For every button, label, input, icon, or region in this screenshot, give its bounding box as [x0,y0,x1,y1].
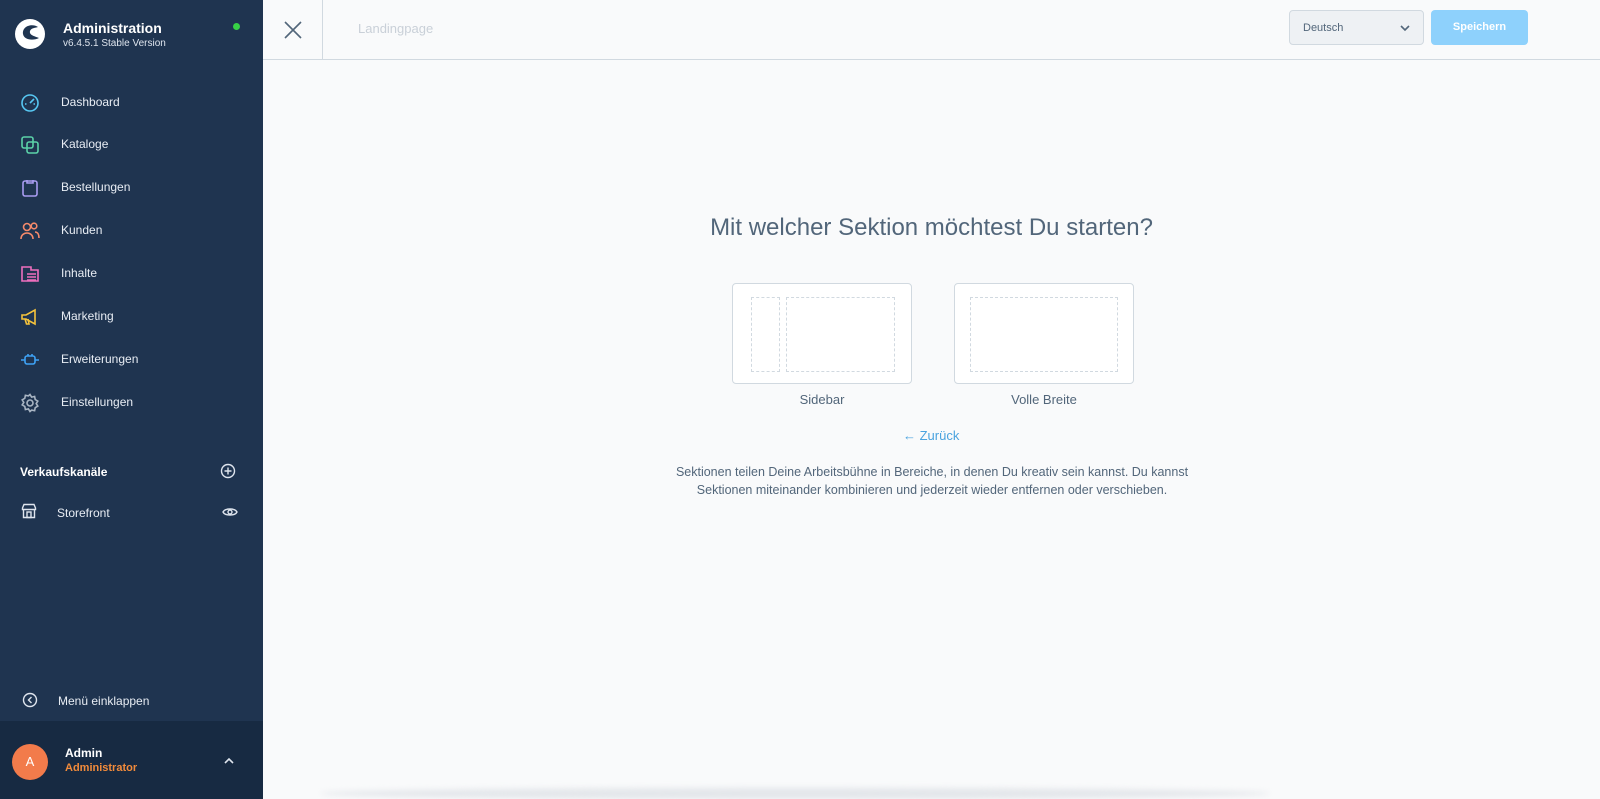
sidebar-item-label: Erweiterungen [61,352,139,366]
avatar: A [12,744,48,780]
users-icon [20,222,40,240]
sidebar-item-label: Bestellungen [61,180,131,194]
section-option-full-width[interactable] [954,283,1134,384]
sidebar-item-label: Kunden [61,223,103,237]
section-option-label: Volle Breite [1011,392,1077,407]
status-indicator [233,23,240,30]
sidebar-item-erweiterungen[interactable]: Erweiterungen [0,340,263,380]
bottom-shadow [320,788,1270,799]
content-area-placeholder [786,297,895,372]
collapse-menu-label: Menü einklappen [58,694,150,708]
page-name: Landingpage [358,21,434,36]
user-menu[interactable]: A Admin Administrator [0,721,263,799]
section-option-sidebar[interactable] [732,283,912,384]
close-icon [284,21,302,39]
sidebar-item-label: Einstellungen [61,395,134,409]
sidebar-item-kunden[interactable]: Kunden [0,211,263,251]
chevron-left-circle-icon [22,692,38,708]
sales-channel-storefront[interactable]: Storefront [0,494,263,530]
sidebar-item-bestellungen[interactable]: Bestellungen [0,168,263,208]
back-link[interactable]: ← Zurück [903,428,959,443]
plugin-icon [21,354,39,365]
sidebar-item-label: Inhalte [61,266,98,280]
user-name: Admin [65,746,103,760]
language-select[interactable]: Deutsch [1289,10,1424,45]
clipboard-icon [22,180,38,197]
sales-channels-heading: Verkaufskanäle [20,465,108,479]
gear-icon [21,393,39,413]
chevron-up-icon [224,757,234,764]
sales-channel-label: Storefront [57,506,110,520]
collapse-menu-button[interactable]: Menü einklappen [0,685,263,715]
sidebar-item-dashboard[interactable]: Dashboard [0,83,263,123]
chevron-down-icon [1400,25,1410,32]
section-help-text: Sektionen teilen Deine Arbeitsbühne in B… [675,465,1189,497]
user-role: Administrator [65,762,138,774]
top-bar: Landingpage Deutsch Speichern [263,0,1600,60]
sidebar-item-marketing[interactable]: Marketing [0,297,263,337]
language-select-value: Deutsch [1303,22,1344,34]
sidebar: Administration v6.4.5.1 Stable Version D… [0,0,263,799]
full-width-area-placeholder [970,297,1118,372]
sidebar-item-kataloge[interactable]: Kataloge [0,125,263,165]
save-button[interactable]: Speichern [1431,10,1528,45]
app-version: v6.4.5.1 Stable Version [63,38,166,49]
close-button[interactable] [263,0,323,60]
storefront-icon [21,503,37,519]
brand-header: Administration v6.4.5.1 Stable Version [0,0,263,70]
sidebar-item-inhalte[interactable]: Inhalte [0,254,263,294]
save-button-label: Speichern [1452,21,1507,33]
gauge-icon [21,94,39,112]
app-title: Administration [63,20,162,36]
section-option-label: Sidebar [799,392,845,407]
content-icon [21,266,39,282]
sidebar-item-label: Kataloge [61,137,109,151]
megaphone-icon [21,308,36,326]
eye-icon[interactable] [222,505,238,519]
shopware-logo-icon [15,19,45,49]
add-circle-icon[interactable] [220,463,236,479]
sidebar-item-label: Marketing [61,309,114,323]
sidebar-column-placeholder [751,297,780,372]
catalog-icon [21,136,39,154]
sidebar-item-label: Dashboard [61,95,120,109]
sidebar-item-einstellungen[interactable]: Einstellungen [0,383,263,423]
section-question-heading: Mit welcher Sektion möchtest Du starten? [710,214,1153,241]
